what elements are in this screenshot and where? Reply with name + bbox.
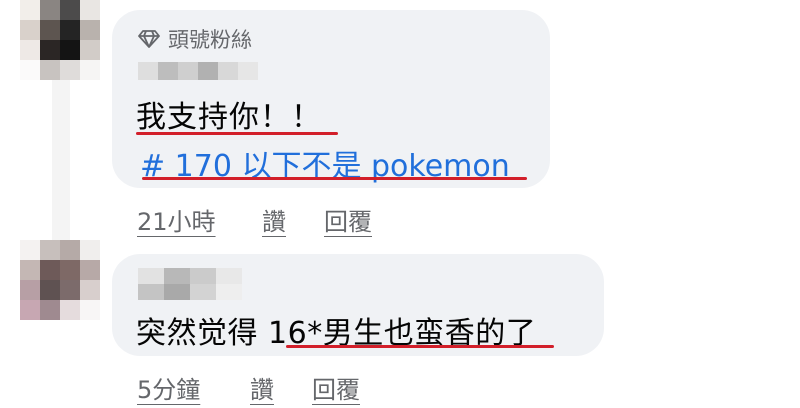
diamond-icon — [138, 29, 160, 49]
annotation-underline — [286, 345, 554, 348]
avatar[interactable] — [20, 0, 100, 80]
commenter-name[interactable] — [138, 62, 258, 80]
avatar-blur-trail — [52, 80, 70, 240]
top-fan-badge[interactable]: 頭號粉絲 — [138, 24, 252, 54]
annotation-underline — [142, 177, 527, 180]
comment-text: 我支持你！！ — [136, 100, 322, 135]
reply-button[interactable]: 回覆 — [312, 370, 360, 405]
avatar[interactable] — [20, 240, 100, 320]
timestamp[interactable]: 5分鐘 — [137, 370, 200, 405]
annotation-underline — [136, 132, 338, 135]
badge-label: 頭號粉絲 — [168, 28, 252, 52]
timestamp[interactable]: 21小時 — [137, 202, 216, 237]
commenter-name[interactable] — [138, 268, 242, 300]
like-button[interactable]: 讚 — [262, 202, 286, 237]
like-button[interactable]: 讚 — [250, 370, 274, 405]
reply-button[interactable]: 回覆 — [324, 202, 372, 237]
